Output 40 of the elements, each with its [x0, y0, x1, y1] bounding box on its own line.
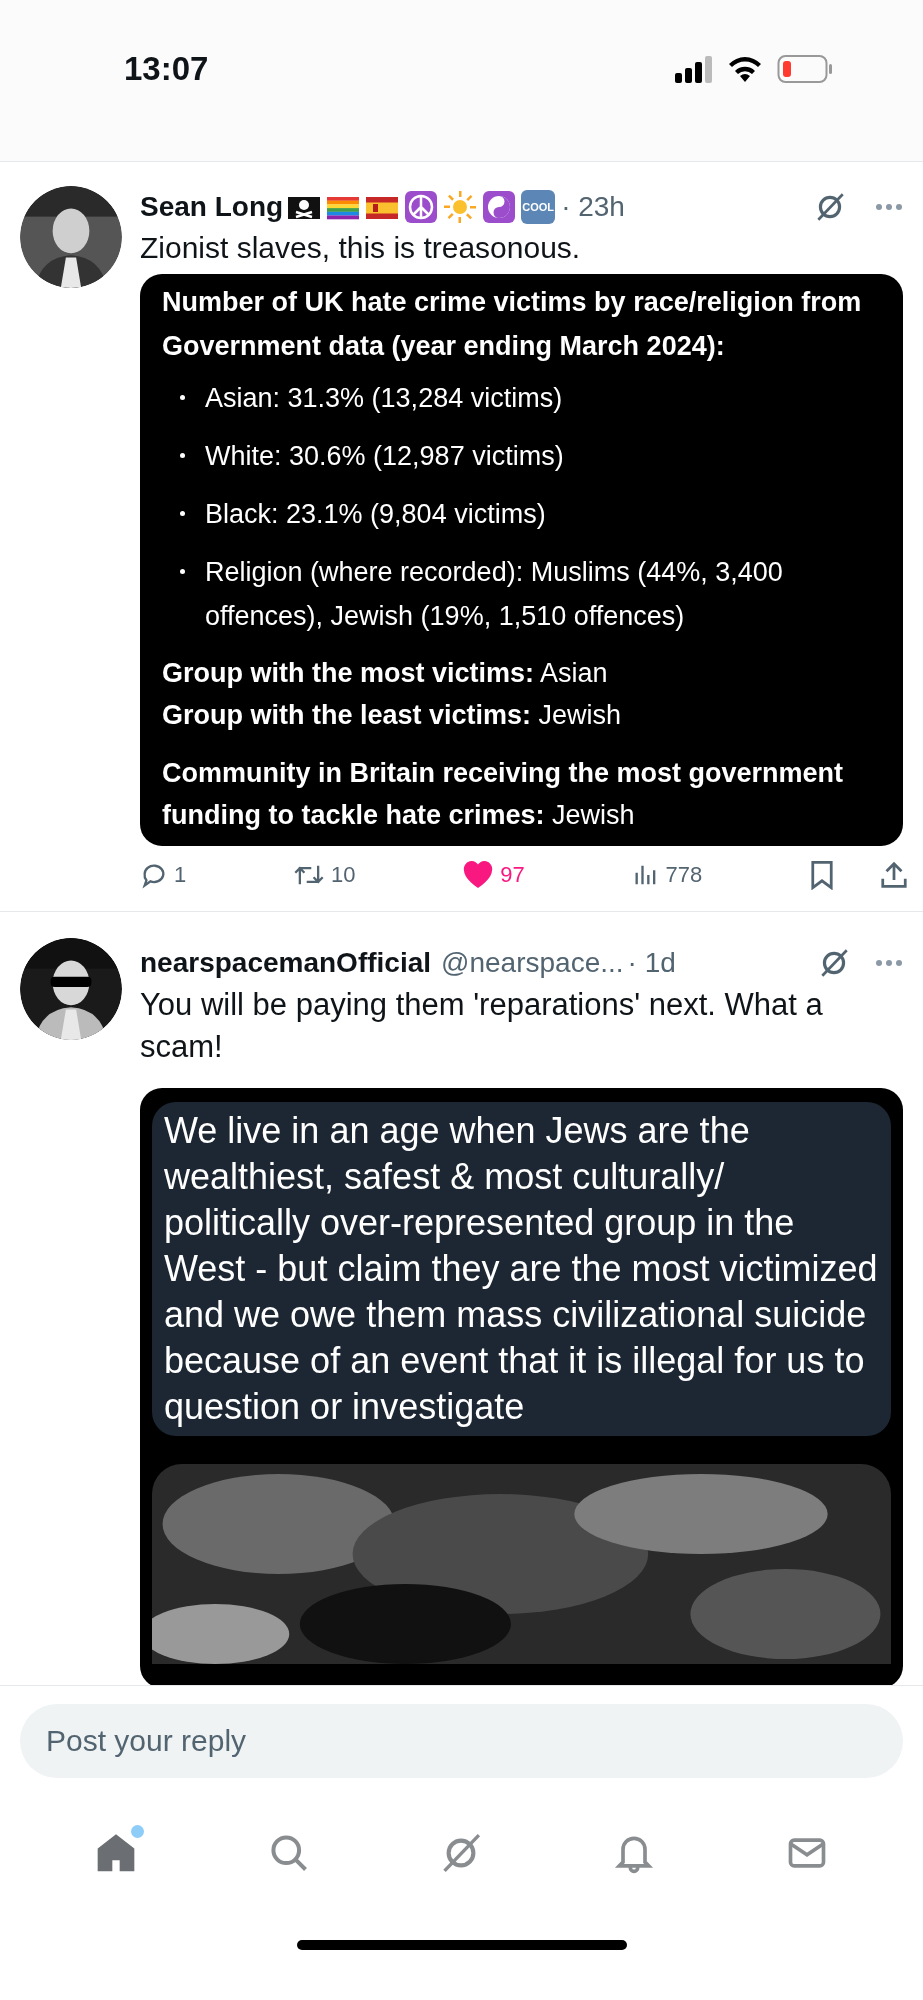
image-title: Number of UK hate crime victims by race/religion from Government data (year ending March 2024):	[162, 286, 863, 363]
author-name[interactable]: Sean Long	[140, 186, 284, 228]
peace-icon	[404, 190, 439, 224]
bullet-text: Asian: 31.3% (13,284 victims)	[205, 382, 563, 415]
reply-field[interactable]: Post your reply	[20, 1704, 903, 1778]
bullet-text: Religion (where recorded): Muslims (44%, 3,400 offences), Jewish (19%, 1,510 offences)	[205, 556, 784, 633]
repost-button[interactable]: 10	[293, 858, 356, 891]
heart-button[interactable]: 97	[462, 858, 525, 891]
bullet-icon	[180, 453, 185, 458]
summary-line: Group with the least victims: Jewish	[162, 699, 623, 732]
more-icon[interactable]	[875, 203, 903, 211]
post-text: Zionist slaves, this is treasonous.	[140, 230, 582, 266]
bookmark-icon[interactable]	[809, 859, 835, 890]
clock: 13:07	[124, 49, 209, 89]
cool-badge: COOL	[521, 190, 556, 224]
quote-image[interactable]	[140, 1088, 903, 1685]
bullet-icon	[180, 569, 185, 574]
wifi-icon	[727, 54, 763, 83]
summary-line: Group with the most victims: Asian	[162, 657, 609, 690]
quote-text: We live in an age when Jews are the wealthiest, safest & most culturally/ politically over-represented group in the West - but claim they are the most victimized and we owe them mass civilizational suicide because of an event that it is illegal for us to question or investigate	[152, 1102, 891, 1436]
views-button[interactable]: 778	[631, 858, 703, 891]
post-text: You will be paying them 'reparations' next. What a scam!	[140, 986, 824, 1066]
summary-line: Community in Britain receiving the most government funding to tackle hate crimes: Jewish	[162, 757, 845, 832]
post-time: · 1d	[627, 946, 676, 980]
reply-button[interactable]: 1	[140, 858, 187, 891]
author-name[interactable]: nearspacemanOfficial	[140, 942, 432, 984]
share-icon[interactable]	[879, 859, 909, 890]
sun-icon	[443, 190, 478, 224]
bullet-text: White: 30.6% (12,987 victims)	[205, 440, 564, 473]
battery-icon	[777, 53, 833, 84]
bullet-icon	[180, 395, 185, 400]
yin-yang-icon	[482, 190, 517, 224]
heart-icon	[462, 860, 495, 889]
signal-icon	[675, 54, 713, 83]
author-handle: @nearspace...	[441, 946, 624, 980]
bullet-icon	[180, 511, 185, 516]
post-time: · 23h	[561, 190, 625, 224]
more-icon[interactable]	[875, 959, 903, 967]
bullet-text: Black: 23.1% (9,804 victims)	[205, 498, 546, 531]
text-image[interactable]	[140, 274, 903, 846]
